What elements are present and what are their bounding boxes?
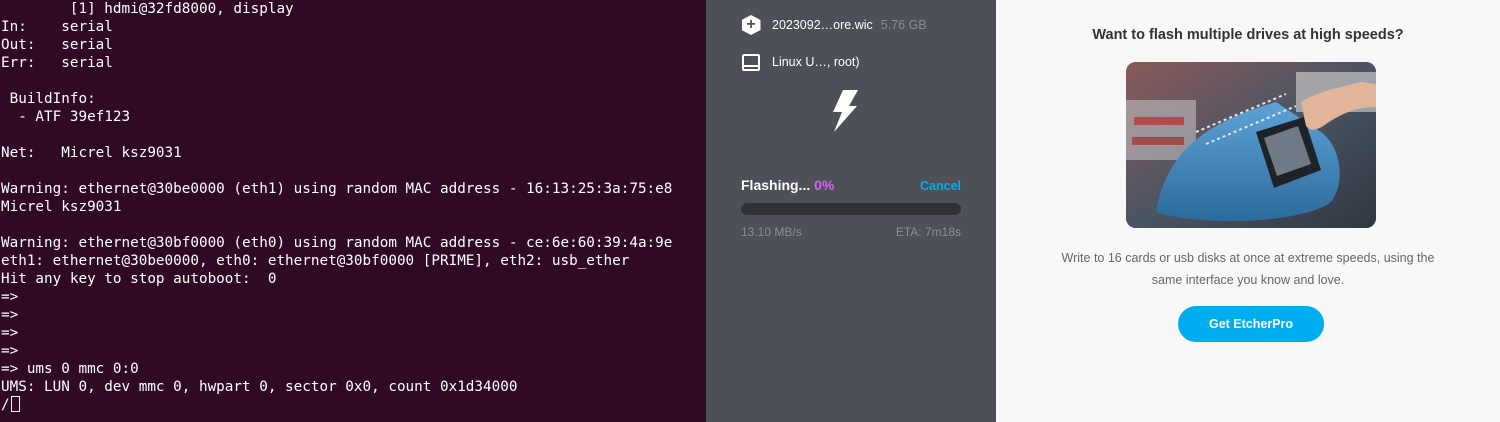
terminal-line: => — [1, 325, 19, 341]
target-name: Linux U…, root) — [772, 55, 860, 69]
terminal-line: BuildInfo: — [1, 91, 96, 107]
image-name: 2023092…ore.wic — [772, 18, 873, 32]
lightning-icon — [833, 90, 858, 132]
terminal-line: => — [1, 343, 19, 359]
terminal-line: In: serial — [1, 19, 113, 35]
flashing-label: Flashing... — [741, 177, 811, 193]
terminal-line: [1] hdmi@32fd8000, display — [1, 1, 294, 17]
flash-eta: ETA: 7m18s — [895, 225, 961, 239]
get-etcherpro-button[interactable]: Get EtcherPro — [1178, 306, 1324, 342]
terminal-line: Err: serial — [1, 55, 113, 71]
flashing-status: Flashing... 0% — [741, 177, 834, 193]
terminal-line: Hit any key to stop autoboot: 0 — [1, 271, 277, 287]
image-size: 5.76 GB — [880, 18, 927, 32]
plus-hexagon-icon: + — [741, 15, 761, 35]
image-source-row[interactable]: + 2023092…ore.wic 5.76 GB — [741, 14, 927, 36]
terminal-window[interactable]: [1] hdmi@32fd8000, display In: serial Ou… — [0, 0, 706, 422]
terminal-line: Warning: ethernet@30be0000 (eth1) using … — [1, 181, 673, 197]
terminal-line: => ums 0 mmc 0:0 — [1, 361, 139, 377]
flash-progress-bar — [741, 203, 961, 215]
etcherpro-device-image — [1126, 62, 1376, 228]
terminal-line: Micrel ksz9031 — [1, 199, 122, 215]
terminal-line: UMS: LUN 0, dev mmc 0, hwpart 0, sector … — [1, 379, 518, 395]
target-drive-row[interactable]: Linux U…, root) — [741, 51, 860, 73]
terminal-cursor — [10, 396, 20, 412]
terminal-line: Net: Micrel ksz9031 — [1, 145, 182, 161]
etcherpro-promo: Want to flash multiple drives at high sp… — [996, 0, 1500, 422]
flash-speed: 13.10 MB/s — [741, 225, 802, 239]
terminal-line: => — [1, 289, 19, 305]
promo-description: Write to 16 cards or usb disks at once a… — [1061, 251, 1435, 287]
terminal-prompt-line[interactable]: / — [1, 396, 20, 414]
terminal-line: => — [1, 307, 19, 323]
terminal-line: Out: serial — [1, 37, 113, 53]
drive-icon — [741, 52, 761, 72]
etcher-progress-panel: + 2023092…ore.wic 5.76 GB Linux U…, root… — [706, 0, 996, 422]
terminal-prompt: / — [1, 397, 10, 413]
terminal-line: eth1: ethernet@30be0000, eth0: ethernet@… — [1, 253, 630, 269]
flashing-percent: 0% — [814, 177, 835, 193]
cancel-button[interactable]: Cancel — [920, 179, 961, 193]
promo-title: Want to flash multiple drives at high sp… — [1092, 27, 1404, 43]
terminal-line: Warning: ethernet@30bf0000 (eth0) using … — [1, 235, 673, 251]
terminal-line: - ATF 39ef123 — [1, 109, 131, 125]
